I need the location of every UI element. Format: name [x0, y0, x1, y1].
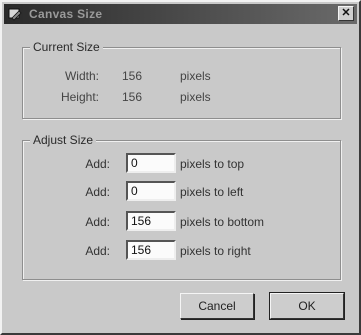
add-bottom-label: Add: [85, 215, 110, 229]
height-label: Height: [60, 90, 99, 104]
add-left-input[interactable] [126, 181, 176, 201]
title-bar[interactable]: Canvas Size ✕ [4, 4, 357, 24]
add-left-suffix: pixels to left [180, 185, 244, 199]
dialog-title: Canvas Size [29, 7, 103, 21]
adjust-size-legend: Adjust Size [30, 133, 97, 147]
close-icon: ✕ [341, 7, 351, 19]
canvas-size-dialog: Canvas Size ✕ Current Size Width: 156 pi… [0, 0, 361, 335]
cancel-button[interactable]: Cancel [180, 293, 254, 319]
add-right-input[interactable] [126, 240, 176, 260]
cancel-button-label: Cancel [198, 299, 236, 313]
current-size-legend: Current Size [30, 40, 103, 54]
ok-button[interactable]: OK [269, 292, 345, 320]
add-top-label: Add: [85, 157, 110, 171]
add-right-label: Add: [85, 244, 110, 258]
width-unit: pixels [180, 69, 211, 83]
width-label: Width: [64, 69, 99, 83]
ok-button-label: OK [298, 299, 316, 313]
height-unit: pixels [180, 90, 211, 104]
add-top-suffix: pixels to top [180, 157, 245, 171]
height-value: 156 [122, 90, 143, 104]
add-bottom-input[interactable] [126, 211, 176, 231]
add-top-input[interactable] [126, 153, 176, 173]
add-bottom-suffix: pixels to bottom [180, 215, 265, 229]
width-value: 156 [122, 69, 143, 83]
close-button[interactable]: ✕ [338, 6, 354, 21]
app-icon [7, 7, 23, 21]
add-right-suffix: pixels to right [180, 244, 251, 258]
add-left-label: Add: [85, 185, 110, 199]
